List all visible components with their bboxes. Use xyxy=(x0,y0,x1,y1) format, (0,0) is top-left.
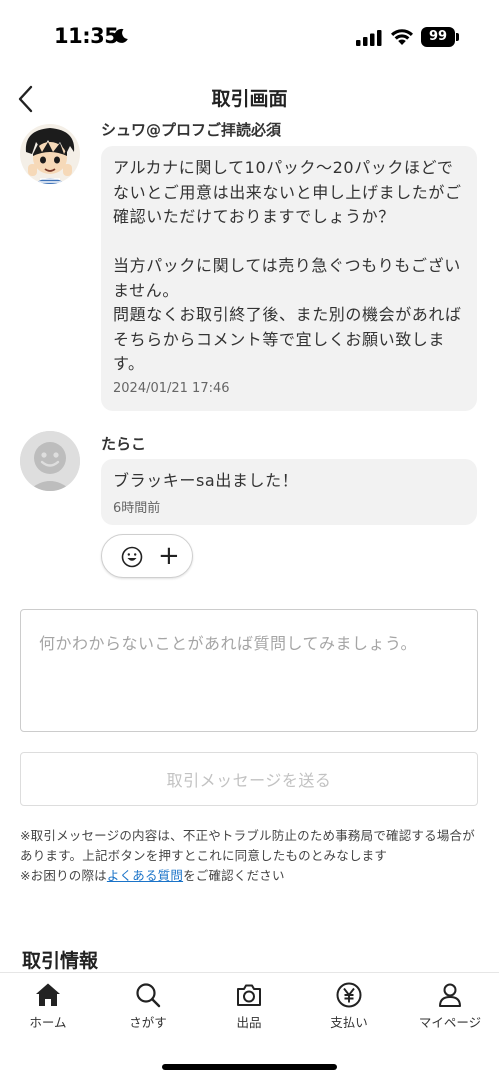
tab-label: 支払い xyxy=(330,1015,368,1030)
message-text: ブラッキーsa出ました！ xyxy=(113,471,299,490)
plus-icon: + xyxy=(158,541,180,571)
message-input[interactable] xyxy=(20,609,478,732)
page-title: 取引画面 xyxy=(211,88,288,110)
avatar[interactable] xyxy=(20,431,80,491)
search-icon xyxy=(136,983,161,1008)
camera-icon xyxy=(237,984,261,1006)
cellular-signal-icon xyxy=(356,30,382,46)
faq-link[interactable]: よくある質問 xyxy=(107,868,183,883)
notice-line-2: ※お困りの際はよくある質問をご確認ください xyxy=(20,866,482,886)
message-timestamp: 2024/01/21 17:46 xyxy=(113,380,230,396)
send-message-button[interactable]: 取引メッセージを送る xyxy=(20,752,478,806)
tab-mypage[interactable]: マイページ xyxy=(405,981,495,1037)
sender-name: シュワ@プロフご拝読必須 xyxy=(101,122,282,139)
yen-icon xyxy=(336,982,362,1008)
tab-home[interactable]: ホーム xyxy=(3,981,93,1037)
home-icon xyxy=(36,983,60,1006)
notice-prefix: ※お困りの際は xyxy=(20,868,107,883)
tab-search[interactable]: さがす xyxy=(103,981,193,1037)
add-reaction-button[interactable]: + xyxy=(101,534,193,578)
tab-payment[interactable]: 支払い xyxy=(304,981,394,1037)
moon-icon xyxy=(114,28,128,43)
status-time: 11:35 xyxy=(54,24,119,48)
tab-label: ホーム xyxy=(29,1015,67,1030)
message-list[interactable]: シュワ@プロフご拝読必須 アルカナに関して10パック〜20パックほどでないとご用… xyxy=(0,122,499,592)
status-bar: 11:35 99 xyxy=(0,0,499,72)
message-timestamp: 6時間前 xyxy=(113,500,161,516)
notice-text: ※取引メッセージの内容は、不正やトラブル防止のため事務局で確認する場合があります… xyxy=(20,826,482,886)
sender-name: たらこ xyxy=(101,435,147,453)
notice-suffix: をご確認ください xyxy=(183,868,285,883)
tab-label: さがす xyxy=(129,1015,167,1030)
person-icon xyxy=(439,983,461,1007)
home-indicator xyxy=(162,1064,337,1070)
anime-character-avatar xyxy=(20,124,80,184)
notice-line-1: ※取引メッセージの内容は、不正やトラブル防止のため事務局で確認する場合があります… xyxy=(20,828,475,863)
message-bubble: アルカナに関して10パック〜20パックほどでないとご用意は出来ないと申し上げまし… xyxy=(101,146,477,411)
tab-label: 出品 xyxy=(236,1015,262,1030)
default-user-icon xyxy=(20,431,80,491)
message-bubble: ブラッキーsa出ました！ 6時間前 xyxy=(101,459,477,525)
wifi-icon xyxy=(391,29,413,45)
tab-label: マイページ xyxy=(418,1015,482,1030)
tab-sell[interactable]: 出品 xyxy=(204,981,294,1037)
avatar[interactable] xyxy=(20,124,80,184)
section-title: 取引情報 xyxy=(22,950,99,972)
battery-tip xyxy=(456,33,459,41)
smiley-icon xyxy=(121,546,143,568)
header: 取引画面 xyxy=(0,72,499,122)
battery-indicator: 99 xyxy=(421,27,455,47)
message-text: アルカナに関して10パック〜20パックほどでないとご用意は出来ないと申し上げまし… xyxy=(113,158,462,373)
